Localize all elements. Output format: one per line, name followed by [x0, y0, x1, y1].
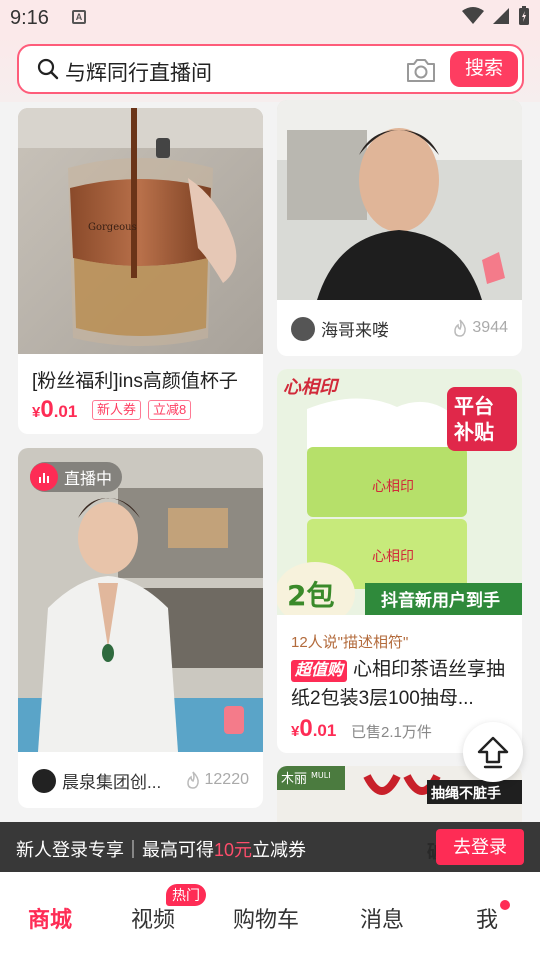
login-button[interactable]: 去登录: [436, 829, 524, 865]
video-thumbnail: [277, 100, 522, 300]
status-time: 9:16: [10, 7, 49, 29]
avatar: [291, 316, 315, 341]
wifi-icon: [462, 7, 484, 24]
product-price: ¥0.01: [291, 715, 337, 742]
tab-mall[interactable]: 商城: [28, 902, 72, 934]
login-promo-banner: 新人登录专享｜最高可得10元立减券 去登录: [0, 822, 540, 872]
status-bar: 9:16 A: [0, 0, 540, 36]
arrow-up-icon: [477, 736, 509, 769]
search-header: 与辉同行直播间 搜索: [0, 36, 540, 102]
sold-count: 已售2.1万件: [351, 724, 432, 741]
tab-video[interactable]: 视频: [131, 902, 175, 934]
muli-brand-en: MULI: [311, 771, 331, 780]
tab-cart[interactable]: 购物车: [233, 902, 299, 934]
brand-mark-2: 心相印: [372, 549, 414, 565]
live-author: 晨泉集团创...: [32, 768, 161, 793]
search-input[interactable]: 与辉同行直播间: [65, 57, 212, 87]
pack-count-text: 2包: [287, 579, 334, 612]
tab-messages[interactable]: 消息: [360, 902, 404, 934]
promo-text: 抖音新用户到手: [381, 590, 500, 611]
like-count: 12220: [185, 771, 249, 789]
search-icon: [37, 58, 59, 80]
live-card-chenquan[interactable]: 直播中 晨泉集团创... 12220: [18, 448, 263, 808]
svg-text:Gorgeous: Gorgeous: [88, 222, 137, 233]
value-buy-badge: 超值购: [291, 660, 348, 682]
live-badge: 直播中: [30, 462, 123, 492]
bottom-tab-bar: 商城 视频 热门 购物车 消息 我: [0, 872, 540, 960]
live-thumbnail: [18, 448, 263, 752]
brand-logo: 心相印: [283, 377, 340, 398]
product-title: [粉丝福利]ins高颜值杯子: [32, 371, 238, 392]
flame-icon: [186, 771, 199, 789]
signal-icon: [493, 8, 509, 24]
like-count: 3944: [452, 319, 508, 337]
author-name: 海哥来喽: [321, 321, 389, 340]
product-price: ¥0.01: [32, 396, 78, 423]
product-image-tissue: 心相印 心相印 心相印 平台 补贴 2包 抖音新用户到手: [277, 369, 522, 615]
notification-dot: [500, 900, 510, 910]
login-promo-text: 新人登录专享｜最高可得10元立减券: [16, 840, 307, 860]
brand-mark: 心相印: [372, 479, 414, 495]
flame-icon: [454, 319, 467, 337]
video-card-haige[interactable]: 海哥来喽 3944: [277, 100, 522, 356]
slogan-text: 抽绳不脏手: [431, 785, 501, 802]
hot-badge: 热门: [166, 884, 206, 906]
live-bars-icon: [30, 463, 58, 491]
product-card-tissue[interactable]: 心相印 心相印 心相印 平台 补贴 2包 抖音新用户到手 12人说"描述相符" …: [277, 369, 522, 753]
coupon-tag-discount: 立减8: [148, 400, 192, 420]
coupon-tag-newuser: 新人券: [92, 400, 142, 420]
camera-icon[interactable]: [405, 56, 437, 84]
battery-icon: [519, 6, 529, 25]
review-summary: 12人说"描述相符": [291, 634, 409, 651]
search-button[interactable]: 搜索: [450, 51, 518, 87]
avatar: [32, 768, 56, 793]
search-bar[interactable]: 与辉同行直播间 搜索: [17, 44, 524, 94]
svg-text:补贴: 补贴: [453, 420, 494, 444]
svg-text:平台: 平台: [454, 394, 494, 418]
product-title: 超值购 心相印茶语丝享抽纸2包装3层100抽母...: [291, 659, 506, 709]
back-to-top-button[interactable]: [463, 722, 523, 782]
video-author: 海哥来喽: [291, 316, 389, 341]
tab-me[interactable]: 我: [476, 902, 498, 934]
author-name: 晨泉集团创...: [62, 773, 162, 792]
product-card-cup[interactable]: Gorgeous [粉丝福利]ins高颜值杯子 ¥0.01 新人券 立减8: [18, 108, 263, 434]
notification-a-icon: A: [72, 10, 86, 24]
product-image-cup: Gorgeous: [18, 108, 263, 354]
muli-brand: 木丽: [281, 772, 307, 787]
